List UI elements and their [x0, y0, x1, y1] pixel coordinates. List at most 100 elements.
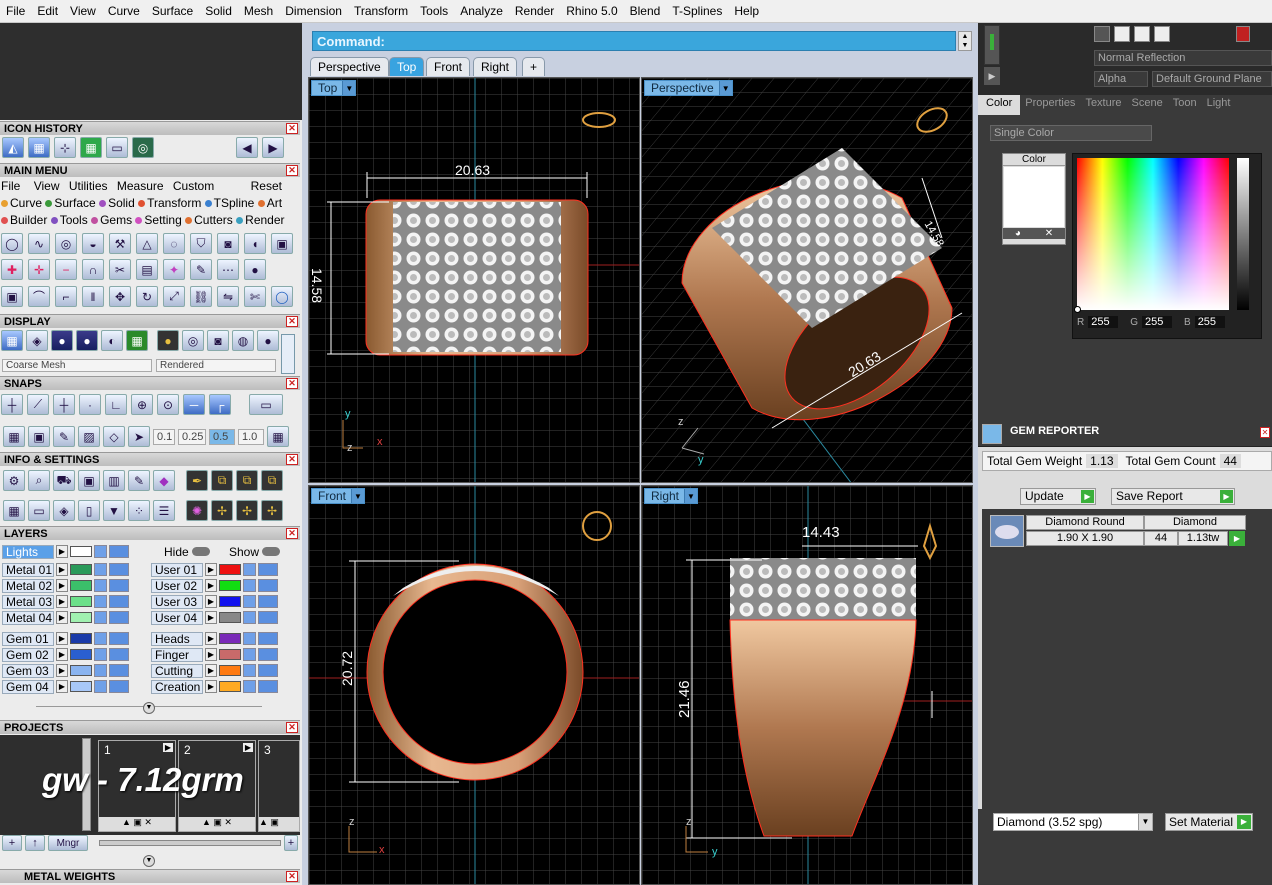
pen-tool-icon[interactable]: ✒	[186, 470, 208, 491]
tab-light[interactable]: Light	[1202, 95, 1236, 115]
layer-row[interactable]: User 01 ▶	[151, 562, 278, 577]
bars-icon[interactable]: ‖	[82, 286, 104, 307]
visible-icon[interactable]	[109, 664, 129, 677]
layer-color[interactable]	[70, 596, 92, 607]
dimension-icon[interactable]: ⊹	[54, 137, 76, 158]
box-icon[interactable]: ▤	[136, 259, 158, 280]
trim-icon[interactable]: ✄	[244, 286, 266, 307]
viewport-top[interactable]: 20.63 14.58 y z x Top ▼	[308, 77, 640, 483]
menu-surface[interactable]: Surface	[146, 4, 199, 18]
rendered-icon[interactable]: ●	[76, 330, 98, 351]
close-icon[interactable]: ✕	[286, 378, 298, 389]
menu-tsplines[interactable]: T-Splines	[666, 4, 728, 18]
clear-icon[interactable]: ✕	[1045, 228, 1053, 239]
ground-select[interactable]: Default Ground Plane	[1152, 71, 1272, 87]
layer-color[interactable]	[219, 649, 241, 660]
plate-icon[interactable]: ◙	[207, 330, 229, 351]
layer-row[interactable]: Metal 01 ▶	[2, 562, 129, 577]
r-value[interactable]: 255	[1088, 316, 1119, 328]
paste-icon[interactable]: ⧉	[236, 470, 258, 491]
lock-icon[interactable]	[94, 563, 107, 576]
layer-row[interactable]: Gem 03 ▶	[2, 663, 129, 678]
lock-icon[interactable]	[243, 595, 256, 608]
cat-curve[interactable]: Curve	[1, 196, 42, 210]
scale-icon[interactable]: ⤢	[163, 286, 185, 307]
export-icon[interactable]	[1134, 26, 1150, 42]
doc-icon[interactable]	[1114, 26, 1130, 42]
lock-icon[interactable]	[94, 632, 107, 645]
layer-row[interactable]: Gem 01 ▶	[2, 631, 129, 646]
tab-toon[interactable]: Toon	[1168, 95, 1202, 115]
lock-icon[interactable]	[94, 595, 107, 608]
layer-row[interactable]: Gem 02 ▶	[2, 647, 129, 662]
dropdown-icon[interactable]: ▼	[718, 81, 732, 95]
visible-icon[interactable]	[109, 632, 129, 645]
tab-properties[interactable]: Properties	[1020, 95, 1080, 115]
layer-color[interactable]	[70, 580, 92, 591]
notes-icon[interactable]: ✎	[128, 470, 150, 491]
collapse-icon[interactable]: ▼	[143, 855, 155, 867]
layer-play-icon[interactable]: ▶	[56, 545, 68, 558]
visible-icon[interactable]	[258, 563, 278, 576]
layer-color[interactable]	[70, 633, 92, 644]
tab-perspective[interactable]: Perspective	[310, 57, 389, 76]
visible-icon[interactable]	[258, 595, 278, 608]
palette-icon[interactable]: ◕	[1015, 228, 1021, 239]
grid-snap-icon[interactable]: ▦	[3, 426, 25, 447]
layer-play-icon[interactable]: ▶	[205, 664, 217, 677]
hide-toggle[interactable]: Hide	[164, 545, 211, 559]
layer-play-icon[interactable]: ▶	[205, 563, 217, 576]
visible-icon[interactable]	[109, 545, 129, 558]
layer-play-icon[interactable]: ▶	[56, 648, 68, 661]
alpha-field[interactable]: Alpha	[1094, 71, 1148, 87]
visible-icon[interactable]	[258, 648, 278, 661]
viewport-label-top[interactable]: Top ▼	[311, 80, 357, 96]
layer-row[interactable]: Cutting ▶	[151, 663, 278, 678]
snap-disable-icon[interactable]: ▭	[249, 394, 283, 415]
mesh-select[interactable]: Coarse Mesh	[2, 359, 152, 372]
ring-profile-icon[interactable]: ◖	[244, 233, 266, 254]
snap-0-1[interactable]: 0.1	[153, 429, 175, 445]
menu-analyze[interactable]: Analyze	[454, 4, 509, 18]
star-icon[interactable]: ✦	[163, 259, 185, 280]
layer-row[interactable]: Metal 02 ▶	[2, 578, 129, 593]
mirror-icon[interactable]: ⇋	[217, 286, 239, 307]
box3d-icon[interactable]: ◈	[53, 500, 75, 521]
layer-play-icon[interactable]: ▶	[56, 595, 68, 608]
visible-icon[interactable]	[258, 632, 278, 645]
pen-icon[interactable]: ✎	[190, 259, 212, 280]
transform-tool-icon[interactable]: ✢	[236, 500, 258, 521]
menu-mesh[interactable]: Mesh	[238, 4, 279, 18]
box-3d-icon[interactable]: ▣	[78, 470, 100, 491]
mngr-button[interactable]: Mngr	[48, 835, 88, 851]
magic-icon[interactable]: ✺	[186, 500, 208, 521]
ring-side-icon[interactable]: ◙	[217, 233, 239, 254]
curve-icon[interactable]: ∿	[28, 233, 50, 254]
ghosted-icon[interactable]: ◈	[26, 330, 48, 351]
dropdown-icon[interactable]: ▼	[684, 489, 698, 503]
project-slider[interactable]	[99, 840, 281, 846]
snap-tool-icon[interactable]: ✢	[211, 500, 233, 521]
add-icon[interactable]: ✛	[28, 259, 50, 280]
play-icon[interactable]: ▶	[1229, 531, 1245, 546]
snap-point-icon[interactable]: ┼	[53, 394, 75, 415]
close-icon[interactable]: ✕	[286, 454, 298, 465]
render-icon[interactable]: ▦	[28, 137, 50, 158]
gold-sphere-icon[interactable]: ●	[157, 330, 179, 351]
layer-play-icon[interactable]: ▶	[56, 579, 68, 592]
arrow-left-icon[interactable]: ◀	[236, 137, 258, 158]
lock-icon[interactable]	[243, 680, 256, 693]
display-mode-select[interactable]: Rendered	[156, 359, 276, 372]
shape-icon[interactable]: ◒	[82, 233, 104, 254]
tab-color[interactable]: Color	[978, 95, 1021, 115]
shield-icon[interactable]: ⛉	[190, 233, 212, 254]
visible-icon[interactable]	[109, 563, 129, 576]
lock-icon[interactable]	[94, 611, 107, 624]
lock-icon[interactable]	[94, 579, 107, 592]
close-icon[interactable]: ✕	[286, 316, 298, 327]
gem-sphere-icon[interactable]: ●	[257, 330, 279, 351]
silver-sphere-icon[interactable]: ◎	[182, 330, 204, 351]
visible-icon[interactable]	[258, 611, 278, 624]
viewport-label-perspective[interactable]: Perspective ▼	[644, 80, 733, 96]
layer-play-icon[interactable]: ▶	[56, 664, 68, 677]
